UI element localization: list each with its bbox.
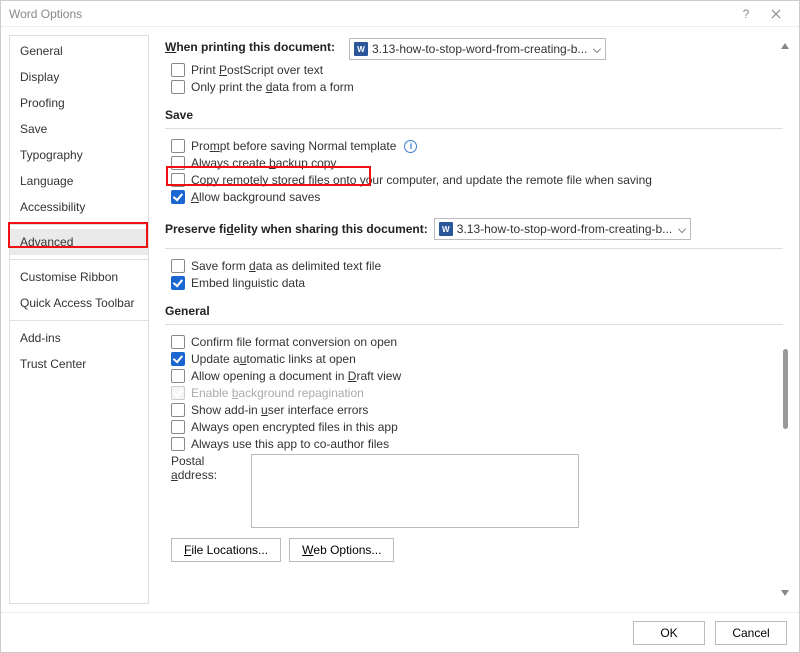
close-button[interactable] bbox=[761, 4, 791, 24]
word-doc-icon: W bbox=[354, 42, 368, 56]
encrypted-files-checkbox[interactable] bbox=[171, 420, 185, 434]
help-button[interactable]: ? bbox=[731, 4, 761, 24]
category-sidebar: General Display Proofing Save Typography… bbox=[9, 35, 149, 604]
save-form-data-checkbox[interactable] bbox=[171, 259, 185, 273]
sidebar-separator bbox=[10, 224, 148, 225]
save-form-data-label: Save form data as delimited text file bbox=[191, 259, 381, 273]
web-options-button[interactable]: Web Options...Web Options... bbox=[289, 538, 394, 562]
ok-button[interactable]: OK bbox=[633, 621, 705, 645]
only-print-data-checkbox[interactable] bbox=[171, 80, 185, 94]
encrypted-files-label: Always open encrypted files in this app bbox=[191, 420, 398, 434]
allow-bg-saves-checkbox[interactable] bbox=[171, 190, 185, 204]
addin-errors-label: Show add-in user interface errors bbox=[191, 403, 368, 417]
section-separator bbox=[165, 324, 783, 325]
scroll-thumb[interactable] bbox=[783, 349, 788, 429]
print-postscript-label: Print PostScript over text bbox=[191, 63, 323, 77]
fidelity-heading: Preserve fidelity when sharing this docu… bbox=[165, 222, 428, 236]
sidebar-item-quick-access-toolbar[interactable]: Quick Access Toolbar bbox=[10, 290, 148, 316]
prompt-normal-checkbox[interactable] bbox=[171, 139, 185, 153]
window-title: Word Options bbox=[9, 7, 82, 21]
dialog-footer: OK Cancel bbox=[1, 612, 799, 652]
bg-repagination-label: Enable background repagination bbox=[191, 386, 364, 400]
update-links-checkbox[interactable] bbox=[171, 352, 185, 366]
draft-view-checkbox[interactable] bbox=[171, 369, 185, 383]
confirm-conversion-label: Confirm file format conversion on open bbox=[191, 335, 397, 349]
vertical-scrollbar[interactable] bbox=[781, 43, 789, 596]
always-backup-checkbox[interactable] bbox=[171, 156, 185, 170]
sidebar-item-save[interactable]: Save bbox=[10, 116, 148, 142]
copy-remote-checkbox[interactable] bbox=[171, 173, 185, 187]
close-icon bbox=[771, 9, 781, 19]
always-backup-label: Always create backup copy bbox=[191, 156, 336, 170]
printing-heading: When printing this document: bbox=[165, 40, 335, 54]
only-print-data-label: Only print the data from a form bbox=[191, 80, 354, 94]
postal-address-label: Postal address: bbox=[171, 454, 245, 482]
sidebar-item-display[interactable]: Display bbox=[10, 64, 148, 90]
allow-bg-saves-label: Allow background saves bbox=[191, 190, 320, 204]
save-heading: Save bbox=[165, 108, 783, 122]
sidebar-separator bbox=[10, 259, 148, 260]
word-options-dialog: Word Options ? General Display Proofing … bbox=[0, 0, 800, 653]
section-separator bbox=[165, 248, 783, 249]
chevron-down-icon bbox=[593, 45, 601, 53]
update-links-label: Update automatic links at open bbox=[191, 352, 356, 366]
addin-errors-checkbox[interactable] bbox=[171, 403, 185, 417]
titlebar: Word Options ? bbox=[1, 1, 799, 27]
confirm-conversion-checkbox[interactable] bbox=[171, 335, 185, 349]
fidelity-document-name: 3.13-how-to-stop-word-from-creating-b... bbox=[457, 222, 672, 236]
sidebar-item-advanced[interactable]: Advanced bbox=[10, 229, 148, 255]
coauthor-label: Always use this app to co-author files bbox=[191, 437, 389, 451]
coauthor-checkbox[interactable] bbox=[171, 437, 185, 451]
cancel-button[interactable]: Cancel bbox=[715, 621, 787, 645]
sidebar-item-general[interactable]: General bbox=[10, 38, 148, 64]
section-separator bbox=[165, 128, 783, 129]
prompt-normal-label: Prompt before saving Normal template bbox=[191, 139, 396, 153]
draft-view-label: Allow opening a document in Draft view bbox=[191, 369, 401, 383]
bg-repagination-checkbox bbox=[171, 386, 185, 400]
info-icon[interactable]: i bbox=[404, 140, 417, 153]
chevron-down-icon bbox=[678, 225, 686, 233]
sidebar-item-typography[interactable]: Typography bbox=[10, 142, 148, 168]
printing-document-dropdown[interactable]: W 3.13-how-to-stop-word-from-creating-b.… bbox=[349, 38, 606, 60]
sidebar-item-customise-ribbon[interactable]: Customise Ribbon bbox=[10, 264, 148, 290]
embed-linguistic-checkbox[interactable] bbox=[171, 276, 185, 290]
printing-document-name: 3.13-how-to-stop-word-from-creating-b... bbox=[372, 42, 587, 56]
scroll-up-icon bbox=[781, 43, 789, 49]
sidebar-item-language[interactable]: Language bbox=[10, 168, 148, 194]
postal-address-textarea[interactable] bbox=[251, 454, 579, 528]
print-postscript-checkbox[interactable] bbox=[171, 63, 185, 77]
sidebar-item-proofing[interactable]: Proofing bbox=[10, 90, 148, 116]
options-panel: When printing this document: When printi… bbox=[157, 35, 791, 604]
scroll-down-icon bbox=[781, 590, 789, 596]
sidebar-item-trust-center[interactable]: Trust Center bbox=[10, 351, 148, 377]
general-heading: General bbox=[165, 304, 783, 318]
copy-remote-label: Copy remotely stored files onto your com… bbox=[191, 173, 652, 187]
sidebar-item-add-ins[interactable]: Add-ins bbox=[10, 325, 148, 351]
embed-linguistic-label: Embed linguistic data bbox=[191, 276, 305, 290]
fidelity-document-dropdown[interactable]: W 3.13-how-to-stop-word-from-creating-b.… bbox=[434, 218, 691, 240]
sidebar-item-accessibility[interactable]: Accessibility bbox=[10, 194, 148, 220]
word-doc-icon: W bbox=[439, 222, 453, 236]
file-locations-button[interactable]: File Locations...File Locations... bbox=[171, 538, 281, 562]
sidebar-separator bbox=[10, 320, 148, 321]
